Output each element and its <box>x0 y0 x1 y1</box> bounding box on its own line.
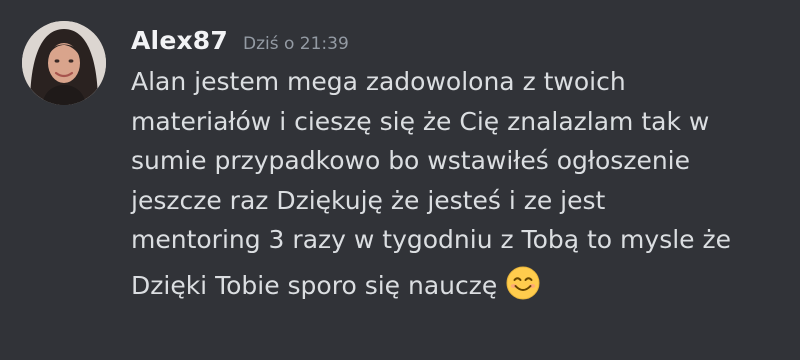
message-line: materiałów i cieszę się że Cię znalazlam… <box>131 106 710 136</box>
message-line: mentoring 3 razy w tygodniu z Tobą to my… <box>131 225 731 254</box>
author-name[interactable]: Alex87 <box>131 26 228 55</box>
message-last-line: Dzięki Tobie sporo się nauczę <box>131 265 791 306</box>
message-line: jeszcze raz Dziękuję że jesteś i ze jest <box>131 185 606 215</box>
avatar-photo-icon <box>22 21 106 105</box>
message-line: sumie przypadkowo bo wstawiłeś ogłoszeni… <box>131 146 691 175</box>
message-timestamp[interactable]: Dziś o 21:39 <box>243 34 349 54</box>
user-avatar[interactable] <box>22 21 106 105</box>
smiling-face-emoji-icon[interactable] <box>505 265 541 301</box>
message-line: Alan jestem mega zadowolona z twoich <box>131 67 626 96</box>
chat-message: Alex87 Dziś o 21:39 Alan jestem mega zad… <box>0 0 800 360</box>
message-header: Alex87 Dziś o 21:39 <box>131 26 349 55</box>
message-content: Alan jestem mega zadowolona z twoich mat… <box>131 62 791 305</box>
message-line: Dzięki Tobie sporo się nauczę <box>131 270 498 300</box>
